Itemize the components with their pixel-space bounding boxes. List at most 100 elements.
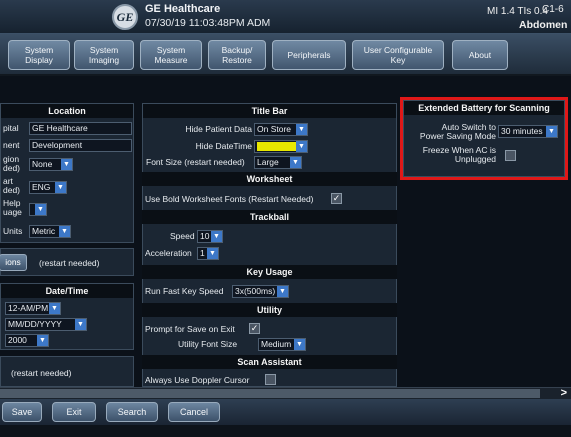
tab-system-imaging[interactable]: System Imaging <box>74 40 134 70</box>
location-title: Location <box>1 104 133 118</box>
chevron-down-icon: ▼ <box>211 231 222 242</box>
help-language-label: Help uage <box>3 198 22 217</box>
utility-font-size-label: Utility Font Size <box>178 339 238 349</box>
start-dropdown[interactable]: ENG ▼ <box>29 181 67 194</box>
mi-tis-readout: MI 1.4 TIs 0.4 <box>487 6 548 17</box>
start-label: art ded) <box>3 176 21 195</box>
chevron-down-icon: ▼ <box>59 226 70 237</box>
hide-datetime-label: Hide DateTime <box>195 141 252 151</box>
date-time-restart-note: (restart needed) <box>11 368 72 378</box>
tab-system-measure[interactable]: System Measure <box>140 40 202 70</box>
tab-peripherals[interactable]: Peripherals <box>272 40 346 70</box>
utility-font-size-value: Medium <box>261 339 292 349</box>
date-time-title: Date/Time <box>1 284 133 298</box>
chevron-down-icon: ▼ <box>207 248 218 259</box>
region-label: gion ded) <box>3 154 21 173</box>
utility-section-title: Utility <box>142 303 397 317</box>
hide-patient-dropdown[interactable]: On Store ▼ <box>254 123 308 136</box>
font-size-dropdown[interactable]: Large ▼ <box>254 156 302 169</box>
acceleration-value: 1 <box>200 248 205 258</box>
date-time-panel: Date/Time 12-AM/PM ▼ MM/DD/YYYY ▼ 2000 ▼ <box>0 283 134 350</box>
help-language-dropdown[interactable]: ▼ <box>29 203 47 216</box>
chevron-down-icon: ▼ <box>290 157 301 168</box>
hide-patient-label: Hide Patient Data <box>185 124 252 134</box>
department-label: nent <box>3 140 20 150</box>
acceleration-dropdown[interactable]: 1 ▼ <box>197 247 219 260</box>
prompt-save-label: Prompt for Save on Exit <box>145 324 235 334</box>
units-dropdown[interactable]: Metric ▼ <box>29 225 71 238</box>
cancel-button[interactable]: Cancel <box>168 402 220 422</box>
bold-worksheet-fonts-checkbox[interactable]: ✓ <box>331 193 342 204</box>
horizontal-scrollbar[interactable]: > <box>0 387 571 399</box>
hospital-label: pital <box>3 123 19 133</box>
chevron-down-icon: ▼ <box>37 335 48 346</box>
search-button[interactable]: Search <box>106 402 158 422</box>
status-bar <box>0 425 571 437</box>
hide-datetime-highlight <box>257 142 297 151</box>
tab-backup-restore[interactable]: Backup/ Restore <box>208 40 266 70</box>
region-value: None <box>32 159 53 169</box>
tab-system-display[interactable]: System Display <box>8 40 70 70</box>
doppler-cursor-checkbox[interactable] <box>265 374 276 385</box>
speed-value: 10 <box>200 231 210 241</box>
location-panel: Location pital GE Healthcare nent Develo… <box>0 103 134 243</box>
brand-name: GE Healthcare <box>145 3 221 15</box>
chevron-down-icon: ▼ <box>296 141 307 152</box>
date-time-readout: 07/30/19 11:03:48PM ADM <box>145 17 271 29</box>
chevron-down-icon: ▼ <box>61 159 72 170</box>
hospital-field[interactable]: GE Healthcare <box>29 122 132 135</box>
save-button[interactable]: Save <box>2 402 42 422</box>
tab-about[interactable]: About <box>452 40 508 70</box>
ge-logo: GE <box>112 4 138 30</box>
options-panel: ions (restart needed) <box>0 248 134 276</box>
font-size-value: Large <box>257 157 279 167</box>
options-button[interactable]: ions <box>0 254 27 271</box>
doppler-cursor-label: Always Use Doppler Cursor <box>145 375 250 385</box>
date-format-value: MM/DD/YYYY <box>8 319 62 329</box>
fast-key-speed-dropdown[interactable]: 3x(500ms) ▼ <box>232 285 289 298</box>
options-restart-note: (restart needed) <box>39 258 100 268</box>
fast-key-speed-label: Run Fast Key Speed <box>145 286 224 296</box>
department-field[interactable]: Development <box>29 139 132 152</box>
bottom-button-row: Save Exit Search Cancel <box>0 399 571 425</box>
hide-datetime-dropdown[interactable]: ▼ <box>254 140 308 153</box>
bold-worksheet-fonts-label: Use Bold Worksheet Fonts (Restart Needed… <box>145 194 314 204</box>
chevron-down-icon: ▼ <box>75 319 86 330</box>
hide-patient-value: On Store <box>257 124 292 134</box>
year-dropdown[interactable]: 2000 ▼ <box>5 334 49 347</box>
font-size-label: Font Size (restart needed) <box>146 157 245 167</box>
time-format-dropdown[interactable]: 12-AM/PM ▼ <box>5 302 61 315</box>
chevron-down-icon: ▼ <box>277 286 288 297</box>
chevron-down-icon: ▼ <box>294 339 305 350</box>
speed-dropdown[interactable]: 10 ▼ <box>197 230 223 243</box>
utility-font-size-dropdown[interactable]: Medium ▼ <box>258 338 306 351</box>
worksheet-section-title: Worksheet <box>142 172 397 186</box>
start-value: ENG <box>32 182 51 192</box>
settings-tab-row: System Display System Imaging System Mea… <box>0 34 571 76</box>
key-usage-section-title: Key Usage <box>142 265 397 279</box>
scrollbar-thumb[interactable] <box>0 389 540 398</box>
red-highlight-box <box>400 97 568 180</box>
chevron-down-icon: ▼ <box>35 204 46 215</box>
acceleration-label: Acceleration <box>145 248 192 258</box>
chevron-down-icon: ▼ <box>49 303 60 314</box>
title-bar: GE GE Healthcare 07/30/19 11:03:48PM ADM… <box>0 0 571 34</box>
date-time-note-panel: (restart needed) <box>0 356 134 387</box>
date-format-dropdown[interactable]: MM/DD/YYYY ▼ <box>5 318 87 331</box>
preset-name: Abdomen <box>519 19 568 31</box>
chevron-down-icon: ▼ <box>55 182 66 193</box>
time-format-value: 12-AM/PM <box>8 303 49 313</box>
year-value: 2000 <box>8 335 27 345</box>
chevron-down-icon: ▼ <box>296 124 307 135</box>
tab-user-configurable-key[interactable]: User Configurable Key <box>352 40 444 70</box>
title-bar-section-title: Title Bar <box>143 104 396 118</box>
scan-assistant-section-title: Scan Assistant <box>142 355 397 369</box>
speed-label: Speed <box>170 231 195 241</box>
scroll-right-arrow-icon[interactable]: > <box>561 387 567 399</box>
region-dropdown[interactable]: None ▼ <box>29 158 73 171</box>
trackball-section-title: Trackball <box>142 210 397 224</box>
prompt-save-checkbox[interactable]: ✓ <box>249 323 260 334</box>
exit-button[interactable]: Exit <box>52 402 96 422</box>
fast-key-speed-value: 3x(500ms) <box>235 286 276 296</box>
probe-name: C1-6 <box>542 4 564 15</box>
